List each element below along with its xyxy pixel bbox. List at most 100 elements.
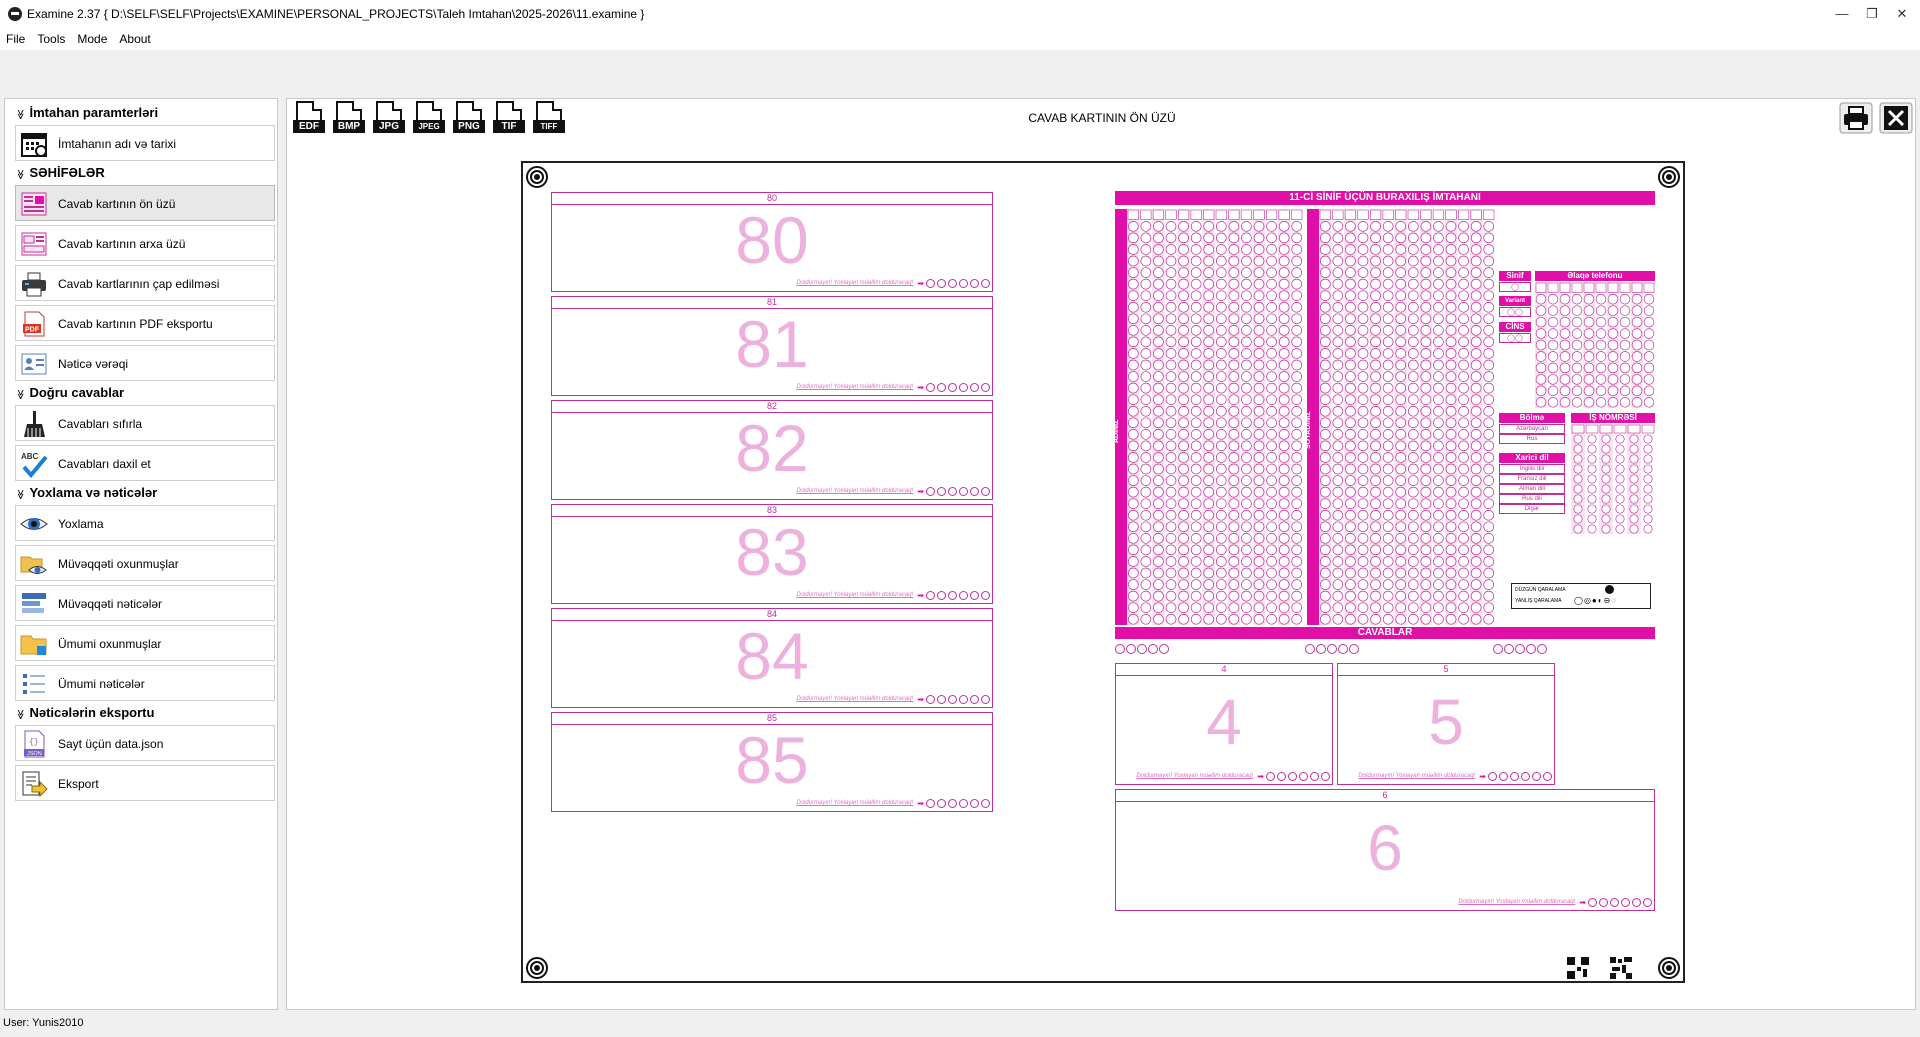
bubble	[1178, 533, 1189, 544]
bubble	[1458, 429, 1469, 440]
bubble	[1319, 590, 1331, 602]
bubble	[1253, 371, 1265, 382]
menu-mode[interactable]: Mode	[71, 28, 113, 50]
bubble	[1241, 452, 1252, 463]
bubble	[1215, 440, 1227, 452]
score-bubble	[1599, 897, 1608, 907]
bubble	[1241, 475, 1252, 486]
registration-mark-icon	[1658, 957, 1680, 979]
bubble	[1483, 290, 1495, 301]
sidebar-section-title: Nəticələrin eksportu	[29, 705, 155, 720]
score-bubble	[937, 382, 946, 392]
bubble	[1332, 301, 1344, 313]
bubble	[1483, 348, 1495, 359]
bubble	[1127, 336, 1139, 348]
bubble	[1190, 405, 1202, 417]
bubble	[1140, 348, 1152, 359]
bubble	[1127, 556, 1139, 567]
sidebar-item[interactable]: Ümumi nəticələr	[15, 665, 275, 701]
bubble	[1203, 394, 1215, 405]
bubble	[1619, 374, 1631, 385]
bubble	[1178, 475, 1189, 486]
bubble	[1140, 313, 1152, 325]
sidebar-item[interactable]: Cavabları sıfırla	[15, 405, 275, 441]
sidebar-item[interactable]: Ümumi oxunmuşlar	[15, 625, 275, 661]
sidebar-item[interactable]: PDF Cavab kartının PDF eksportu	[15, 305, 275, 341]
sidebar-item[interactable]: İmtahanın adı və tarixi	[15, 125, 275, 161]
sidebar-item[interactable]: Müvəqqəti oxunmuşlar	[15, 545, 275, 581]
phone-label: Əlaqə telefonu	[1535, 271, 1655, 281]
bubble	[1241, 278, 1252, 290]
bubble	[1573, 484, 1583, 494]
bubble	[1433, 544, 1444, 556]
bubble	[1483, 475, 1495, 486]
bubble	[1470, 452, 1482, 463]
menu-about[interactable]: About	[113, 28, 156, 50]
answers-band: CAVABLAR	[1115, 627, 1655, 639]
sidebar-item[interactable]: Cavab kartlarının çap edilməsi	[15, 265, 275, 301]
sidebar-item[interactable]: Nəticə vərəqi	[15, 345, 275, 381]
bubble	[1319, 336, 1331, 348]
bubble	[1215, 348, 1227, 359]
sidebar-item[interactable]: {} JSON Sayt üçün data.json	[15, 725, 275, 761]
bubble	[1332, 278, 1344, 290]
print-button[interactable]	[1839, 102, 1873, 134]
sidebar-section-header[interactable]: ≫ Nəticələrin eksportu	[15, 705, 155, 720]
menu-tools[interactable]: Tools	[31, 28, 71, 50]
bubble	[1535, 374, 1547, 385]
bubble	[1407, 371, 1419, 382]
bubble	[1615, 484, 1625, 494]
bubble	[1370, 579, 1381, 590]
bubble	[1127, 429, 1139, 440]
bubble	[1165, 348, 1177, 359]
bubble	[1420, 417, 1432, 429]
bubble	[1420, 613, 1432, 625]
close-window-button[interactable]: ✕	[1882, 4, 1920, 24]
sidebar-item[interactable]: Yoxlama	[15, 505, 275, 541]
close-page-button[interactable]	[1879, 102, 1913, 134]
score-bubble	[1521, 771, 1530, 781]
bubble	[1215, 556, 1227, 567]
bubble	[1253, 429, 1265, 440]
bubble	[1228, 533, 1240, 544]
bubble	[1278, 567, 1290, 579]
sidebar-section-header[interactable]: ≫ SƏHİFƏLƏR	[15, 165, 105, 180]
bubble	[1395, 313, 1407, 325]
bubble	[1253, 556, 1265, 567]
bubble	[1291, 452, 1303, 463]
score-bubble	[981, 486, 990, 496]
bubble	[1165, 221, 1177, 232]
bubble	[1215, 475, 1227, 486]
bubble	[1615, 474, 1625, 484]
bubble	[1547, 351, 1559, 362]
bubble	[1140, 556, 1152, 567]
menu-file[interactable]: File	[0, 28, 31, 50]
sidebar-item[interactable]: Cavab kartının arxa üzü	[15, 225, 275, 261]
sidebar-section-header[interactable]: ≫ Yoxlama və nəticələr	[15, 485, 157, 500]
bubble	[1153, 405, 1164, 417]
bubble	[1357, 429, 1369, 440]
bubble	[1215, 579, 1227, 590]
bubble	[1547, 316, 1559, 328]
bubble	[1241, 533, 1252, 544]
bubble	[1395, 336, 1407, 348]
bubble	[1619, 305, 1631, 316]
sidebar-item[interactable]: ABC Cavabları daxil et	[15, 445, 275, 481]
bubble	[1291, 440, 1303, 452]
bubble	[1595, 316, 1607, 328]
sidebar-section-header[interactable]: ≫ İmtahan paramterləri	[15, 105, 158, 120]
bubble	[1631, 362, 1643, 374]
sidebar-item[interactable]: Cavab kartının ön üzü	[15, 185, 275, 221]
sidebar-item[interactable]: Müvəqqəti nəticələr	[15, 585, 275, 621]
bubble	[1153, 290, 1164, 301]
bubble	[1370, 394, 1381, 405]
bubble	[1470, 371, 1482, 382]
score-bubble	[1532, 771, 1541, 781]
bubble	[1571, 396, 1583, 408]
bubble	[1407, 255, 1419, 267]
sidebar-section-header[interactable]: ≫ Doğru cavablar	[15, 385, 124, 400]
bubble	[1470, 533, 1482, 544]
bubble	[1407, 463, 1419, 475]
sidebar-item[interactable]: Eksport	[15, 765, 275, 801]
bubble	[1357, 244, 1369, 255]
